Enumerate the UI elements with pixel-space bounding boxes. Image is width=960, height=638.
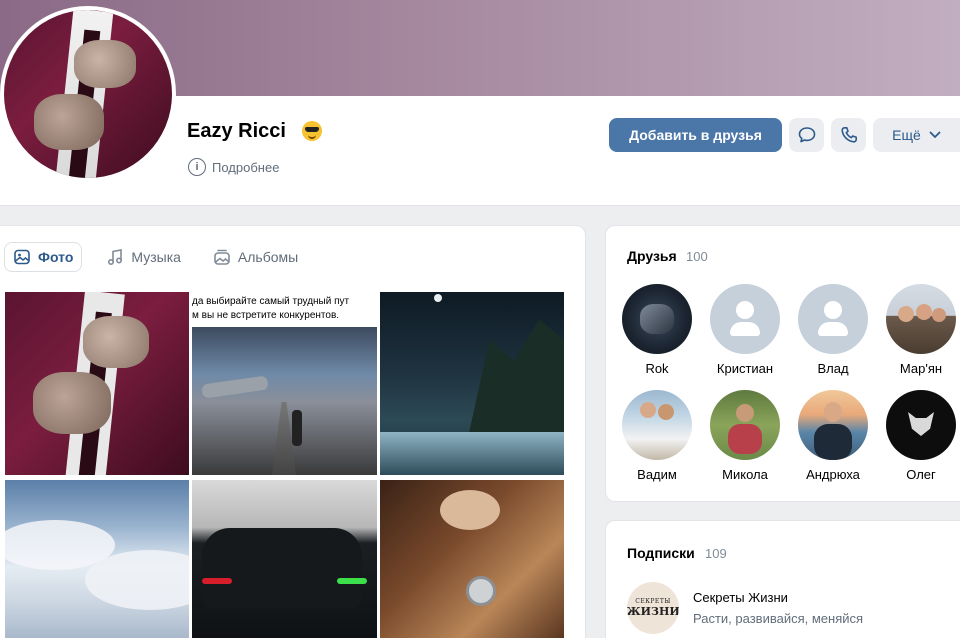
subscriptions-count: 109 bbox=[705, 546, 727, 561]
friend-name: Кристиан bbox=[716, 361, 774, 376]
friend-name: Влад bbox=[817, 361, 849, 376]
friend-card[interactable]: Кристиан bbox=[701, 284, 789, 376]
photo-thumbnail[interactable] bbox=[192, 480, 377, 638]
tab-albums[interactable]: Альбомы bbox=[205, 242, 306, 272]
tab-photos-label: Фото bbox=[38, 249, 74, 265]
friend-name: Олег bbox=[906, 467, 936, 482]
message-button[interactable] bbox=[789, 118, 824, 152]
friend-name: Мар'ян bbox=[899, 361, 943, 376]
more-actions-button[interactable]: Ещё bbox=[873, 118, 960, 152]
phone-icon bbox=[840, 127, 857, 143]
friend-card[interactable]: Андрюха bbox=[789, 390, 877, 482]
subscriptions-title[interactable]: Подписки bbox=[627, 545, 695, 561]
subscription-logo-line2: ЖИЗНИ bbox=[627, 605, 679, 618]
tab-albums-label: Альбомы bbox=[237, 249, 299, 265]
photo-thumbnail[interactable] bbox=[5, 480, 189, 638]
user-placeholder-icon bbox=[710, 284, 780, 354]
friend-name: Rok bbox=[645, 361, 669, 376]
profile-name: Eazy Ricci bbox=[187, 120, 286, 142]
call-button[interactable] bbox=[831, 118, 866, 152]
more-info-link[interactable]: i Подробнее bbox=[188, 157, 279, 177]
photo-thumbnail[interactable] bbox=[380, 292, 564, 475]
friends-title[interactable]: Друзья bbox=[627, 248, 677, 264]
more-actions-label: Ещё bbox=[892, 127, 921, 143]
friend-card[interactable]: Олег bbox=[877, 390, 960, 482]
chevron-down-icon bbox=[929, 131, 941, 139]
friends-count: 100 bbox=[686, 249, 708, 264]
music-icon bbox=[108, 249, 123, 266]
photo-icon bbox=[14, 249, 30, 265]
more-info-label: Подробнее bbox=[212, 159, 280, 175]
user-placeholder-icon bbox=[798, 284, 868, 354]
friend-avatar bbox=[886, 390, 956, 460]
friend-name: Андрюха bbox=[806, 467, 860, 482]
friend-card[interactable]: Вадим bbox=[613, 390, 701, 482]
friend-avatar bbox=[886, 284, 956, 354]
media-tabs: Фото Музыка Альбомы bbox=[4, 242, 306, 272]
friend-card[interactable]: Мар'ян bbox=[877, 284, 960, 376]
photo-thumbnail[interactable]: да выбирайте самый трудный пут м вы не в… bbox=[192, 292, 377, 475]
photo-thumbnail[interactable] bbox=[380, 480, 564, 638]
friend-avatar bbox=[622, 284, 692, 354]
friend-avatar bbox=[622, 390, 692, 460]
tab-photos[interactable]: Фото bbox=[4, 242, 83, 272]
friend-avatar bbox=[798, 390, 868, 460]
photo-thumbnail[interactable] bbox=[5, 292, 189, 475]
sunglasses-emoji-icon bbox=[302, 121, 322, 141]
subscription-logo-line1: СЕКРЕТЫ bbox=[635, 598, 671, 605]
friend-name: Вадим bbox=[637, 467, 677, 482]
tab-music[interactable]: Музыка bbox=[98, 242, 189, 272]
friend-card[interactable]: Rok bbox=[613, 284, 701, 376]
profile-avatar[interactable] bbox=[0, 6, 176, 182]
message-icon bbox=[798, 127, 815, 143]
tab-music-label: Музыка bbox=[131, 249, 181, 265]
friend-name: Микола bbox=[722, 467, 768, 482]
subscription-description: Расти, развивайся, меняйся bbox=[693, 611, 864, 626]
friend-card[interactable]: Влад bbox=[789, 284, 877, 376]
photo-caption: да выбирайте самый трудный пут м вы не в… bbox=[192, 296, 350, 321]
friend-card[interactable]: Микола bbox=[701, 390, 789, 482]
add-friend-button[interactable]: Добавить в друзья bbox=[609, 118, 782, 152]
info-icon: i bbox=[188, 158, 206, 176]
subscription-logo[interactable]: СЕКРЕТЫ ЖИЗНИ bbox=[627, 582, 679, 634]
albums-icon bbox=[214, 249, 230, 265]
subscription-name[interactable]: Секреты Жизни bbox=[693, 590, 788, 605]
friend-avatar bbox=[710, 390, 780, 460]
